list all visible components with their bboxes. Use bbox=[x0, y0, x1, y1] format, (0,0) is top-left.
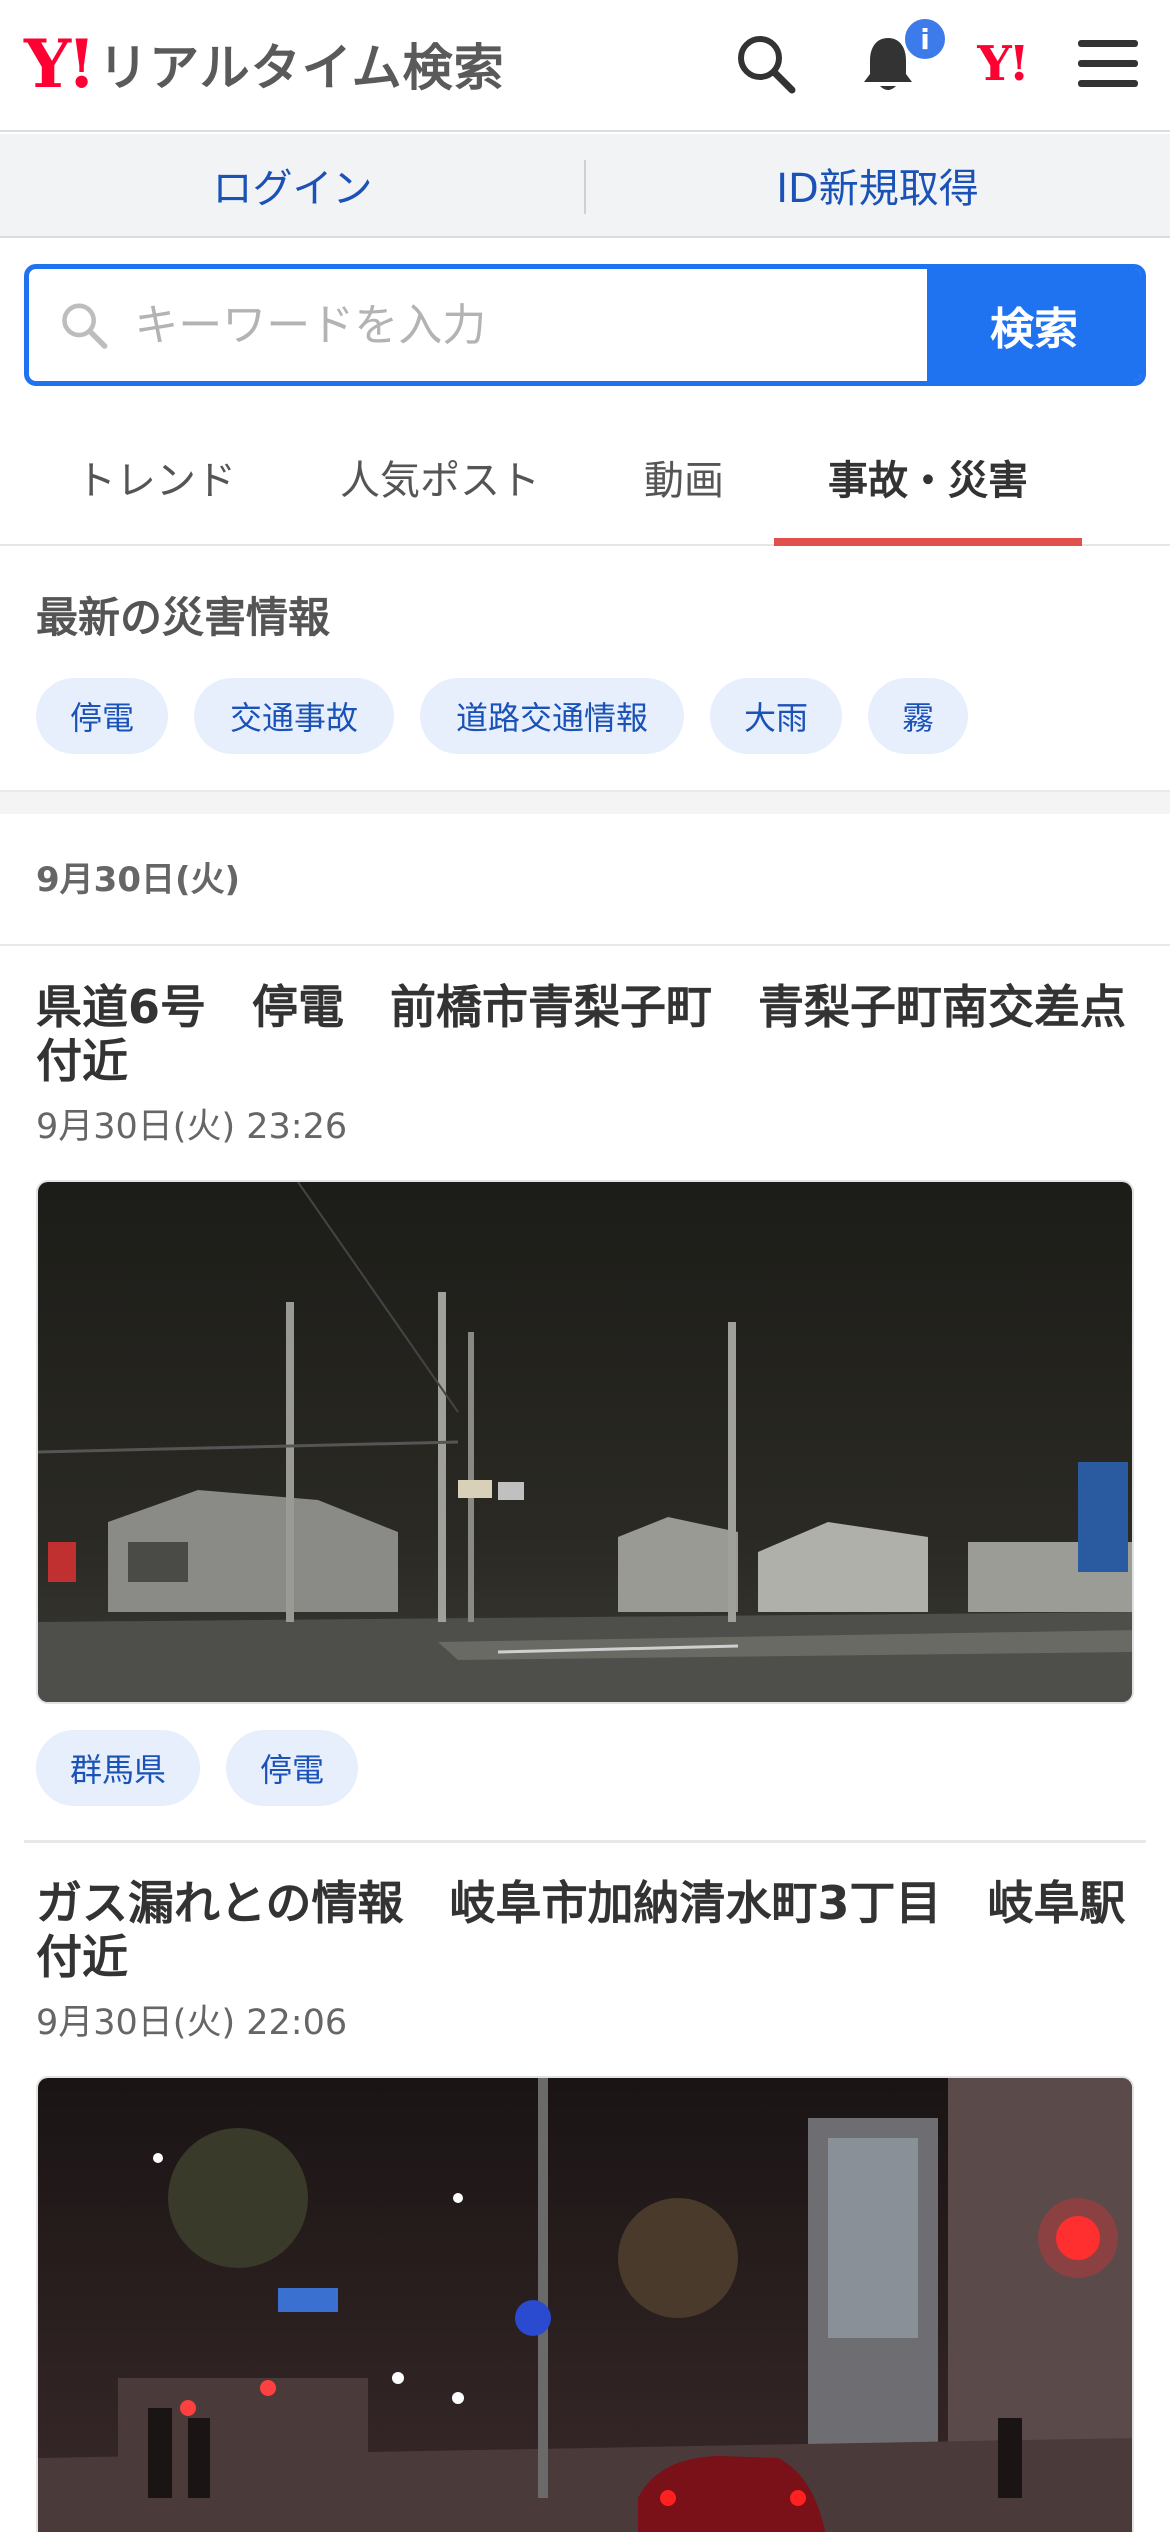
article-tag-list: 群馬県 停電 bbox=[36, 1730, 359, 1806]
yahoo-japan-top-icon[interactable]: Y! bbox=[966, 28, 1038, 100]
account-bar-divider bbox=[584, 160, 586, 214]
article-divider bbox=[24, 1840, 1146, 1843]
yahoo-realtime-logo[interactable]: Y! リアルタイム検索 bbox=[24, 28, 505, 100]
chip-power-outage[interactable]: 停電 bbox=[36, 678, 169, 754]
section-title-latest-disasters: 最新の災害情報 bbox=[36, 593, 331, 642]
search-field-icon bbox=[62, 303, 108, 349]
search-button[interactable]: 検索 bbox=[927, 269, 1141, 381]
notification-bell-icon[interactable]: i bbox=[852, 16, 948, 100]
date-heading: 9月30日(火) bbox=[36, 860, 241, 900]
section-separator bbox=[0, 790, 1170, 814]
article-title[interactable]: 県道6号 停電 前橋市青梨子町 青梨子町南交差点付近 bbox=[36, 980, 1136, 1088]
register-link[interactable]: ID新規取得 bbox=[585, 134, 1170, 236]
article-photo-night-intersection[interactable] bbox=[36, 1180, 1134, 1704]
chip-road-traffic-info[interactable]: 道路交通情報 bbox=[420, 678, 685, 754]
yahoo-small-mark: Y! bbox=[977, 36, 1029, 92]
article-timestamp: 9月30日(火) 23:26 bbox=[36, 1107, 348, 1147]
tab-video[interactable]: 動画 bbox=[614, 410, 754, 544]
hamburger-menu-icon[interactable] bbox=[1072, 28, 1144, 100]
date-divider bbox=[0, 944, 1170, 946]
tab-accidents-disasters[interactable]: 事故・災害 bbox=[774, 410, 1082, 546]
search-field[interactable] bbox=[29, 269, 927, 381]
chip-fog[interactable]: 霧 bbox=[868, 678, 969, 754]
app-header: Y! リアルタイム検索 i Y! bbox=[0, 0, 1170, 132]
chip-heavy-rain[interactable]: 大雨 bbox=[710, 678, 843, 754]
login-link[interactable]: ログイン bbox=[0, 134, 585, 236]
article-title[interactable]: ガス漏れとの情報 岐阜市加納清水町3丁目 岐阜駅付近 bbox=[36, 1876, 1136, 1984]
article-photo-night-street-emergency[interactable] bbox=[36, 2076, 1134, 2532]
category-tabs: トレンド 人気ポスト 動画 事故・災害 bbox=[0, 410, 1170, 546]
disaster-chip-list: 停電 交通事故 道路交通情報 大雨 霧 bbox=[36, 678, 969, 754]
notification-badge: i bbox=[902, 16, 948, 62]
search-icon[interactable] bbox=[730, 28, 802, 100]
chip-traffic-accident[interactable]: 交通事故 bbox=[194, 678, 395, 754]
tab-popular-posts[interactable]: 人気ポスト bbox=[310, 410, 570, 544]
account-bar: ログイン ID新規取得 bbox=[0, 134, 1170, 238]
tab-trend[interactable]: トレンド bbox=[40, 410, 272, 544]
yahoo-logo-mark: Y! bbox=[24, 25, 96, 103]
tag-power-outage[interactable]: 停電 bbox=[226, 1730, 359, 1806]
search-bar: 検索 bbox=[24, 264, 1146, 386]
article-timestamp: 9月30日(火) 22:06 bbox=[36, 2003, 348, 2043]
logo-title: リアルタイム検索 bbox=[98, 39, 505, 97]
tag-gunma[interactable]: 群馬県 bbox=[36, 1730, 201, 1806]
search-input[interactable] bbox=[134, 299, 927, 351]
